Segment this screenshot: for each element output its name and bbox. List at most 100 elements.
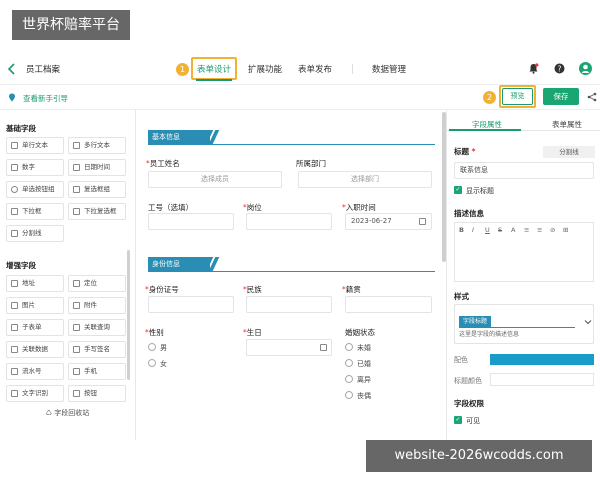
field-divider[interactable]: 分割线: [6, 225, 64, 242]
app-title: 员工档案: [26, 65, 61, 75]
employee-no-label: 工号（选填）: [148, 203, 193, 212]
native-place-field[interactable]: [345, 296, 432, 313]
marital-radio-widowed[interactable]: [345, 391, 353, 399]
field-icon: [11, 324, 18, 331]
italic-icon[interactable]: I: [472, 226, 474, 234]
employee-name-field[interactable]: 选择成员: [148, 171, 282, 188]
field-button[interactable]: 按钮: [68, 385, 126, 402]
marital-radio-single[interactable]: [345, 343, 353, 351]
field-dropdown[interactable]: 下拉框: [6, 203, 64, 220]
color-scheme-label: 配色: [454, 356, 468, 364]
color-scheme-swatch[interactable]: [490, 354, 594, 365]
field-icon: [73, 390, 80, 397]
field-location[interactable]: 定位: [68, 275, 126, 292]
title-input[interactable]: 联系信息: [454, 162, 594, 179]
tab-separator: [352, 64, 353, 74]
preview-button[interactable]: 预览: [502, 88, 533, 105]
chevron-down-icon[interactable]: [584, 318, 592, 326]
recycle-bin[interactable]: ♺ 字段回收站: [0, 408, 135, 418]
id-number-field[interactable]: [148, 296, 234, 313]
field-icon: [73, 186, 80, 193]
link-icon[interactable]: ⊘: [550, 226, 555, 234]
marital-option-label: 离异: [357, 376, 371, 384]
native-place-label: *籍贯: [342, 285, 361, 294]
field-linked-data[interactable]: 关联数据: [6, 341, 64, 358]
field-icon: [73, 302, 80, 309]
divider-toggle[interactable]: 分割线: [543, 146, 595, 158]
guide-link[interactable]: 查看新手引导: [23, 93, 68, 104]
field-radio-group[interactable]: 单选按钮组: [6, 181, 64, 198]
field-single-line-text[interactable]: 单行文本: [6, 137, 64, 154]
tab-extensions[interactable]: 扩展功能: [248, 63, 282, 75]
join-date-label: *入职时间: [342, 203, 376, 212]
field-attachment[interactable]: 附件: [68, 297, 126, 314]
field-multi-line-text[interactable]: 多行文本: [68, 137, 126, 154]
style-preview-title: 字段标题: [459, 316, 492, 327]
style-preview-desc: 这里是字段的描述信息: [459, 331, 520, 338]
field-address[interactable]: 地址: [6, 275, 64, 292]
ethnicity-field[interactable]: [246, 296, 332, 313]
field-icon: [73, 142, 80, 149]
field-subform[interactable]: 子表单: [6, 319, 64, 336]
avatar[interactable]: [579, 62, 592, 75]
field-serial-number[interactable]: 流水号: [6, 363, 64, 380]
department-field[interactable]: 选择部门: [298, 171, 432, 188]
field-dropdown-multi[interactable]: 下拉复选框: [68, 203, 126, 220]
field-datetime[interactable]: 日期时间: [68, 159, 126, 176]
title-color-picker[interactable]: [490, 373, 594, 386]
tab-form-properties[interactable]: 表单属性: [552, 119, 582, 130]
visible-label: 可见: [466, 417, 480, 425]
field-icon: [11, 302, 18, 309]
step-badge-1: 1: [176, 63, 189, 76]
field-linked-query[interactable]: 关联查询: [68, 319, 126, 336]
field-number[interactable]: 数字: [6, 159, 64, 176]
marital-radio-divorced[interactable]: [345, 375, 353, 383]
gender-radio-female[interactable]: [148, 359, 156, 367]
field-image[interactable]: 图片: [6, 297, 64, 314]
visible-checkbox[interactable]: ✓: [454, 416, 462, 424]
align-icon[interactable]: ≡: [524, 226, 529, 234]
bold-icon[interactable]: B: [459, 226, 464, 234]
field-icon: [73, 346, 80, 353]
tab-form-design[interactable]: 表单设计: [197, 63, 231, 75]
share-icon[interactable]: [587, 92, 597, 102]
field-checkbox-group[interactable]: 复选框组: [68, 181, 126, 198]
post-field[interactable]: [246, 213, 332, 230]
field-phone[interactable]: 手机: [68, 363, 126, 380]
calendar-icon[interactable]: [419, 218, 426, 225]
palette-scrollbar[interactable]: [127, 250, 130, 380]
top-bar: 员工档案 1 表单设计 扩展功能 表单发布 数据管理 ?: [0, 54, 600, 84]
field-permission-label: 字段权限: [454, 399, 484, 408]
step-badge-2: 2: [483, 91, 496, 104]
tab-data-management[interactable]: 数据管理: [372, 63, 406, 75]
show-title-checkbox[interactable]: ✓: [454, 186, 462, 194]
field-icon: [11, 208, 18, 215]
tab-active-underline: [196, 79, 232, 81]
font-color-icon[interactable]: A: [511, 226, 515, 234]
marital-radio-married[interactable]: [345, 359, 353, 367]
tab-active-underline: [449, 129, 521, 131]
help-icon[interactable]: ?: [554, 63, 565, 74]
underline-icon[interactable]: U: [485, 226, 490, 234]
save-button[interactable]: 保存: [543, 88, 579, 105]
field-icon: [11, 280, 18, 287]
back-arrow-icon[interactable]: [6, 62, 18, 76]
basic-fields-title: 基础字段: [6, 124, 36, 133]
form-canvas: [136, 110, 446, 440]
marital-status-label: 婚姻状态: [345, 328, 375, 337]
gender-radio-male[interactable]: [148, 343, 156, 351]
tab-publish[interactable]: 表单发布: [298, 63, 332, 75]
employee-no-field[interactable]: [148, 213, 234, 230]
field-signature[interactable]: 手写签名: [68, 341, 126, 358]
show-title-label: 显示标题: [466, 187, 494, 195]
calendar-icon[interactable]: [320, 344, 327, 351]
strike-icon[interactable]: S: [498, 226, 502, 234]
image-icon[interactable]: ⊞: [563, 226, 568, 234]
section-underline: [148, 144, 435, 145]
field-icon: [11, 186, 18, 193]
bell-icon[interactable]: [528, 63, 539, 74]
field-ocr[interactable]: 文字识别: [6, 385, 64, 402]
list-icon[interactable]: ≡: [537, 226, 542, 234]
svg-text:?: ?: [558, 64, 562, 73]
description-label: 描述信息: [454, 209, 484, 218]
